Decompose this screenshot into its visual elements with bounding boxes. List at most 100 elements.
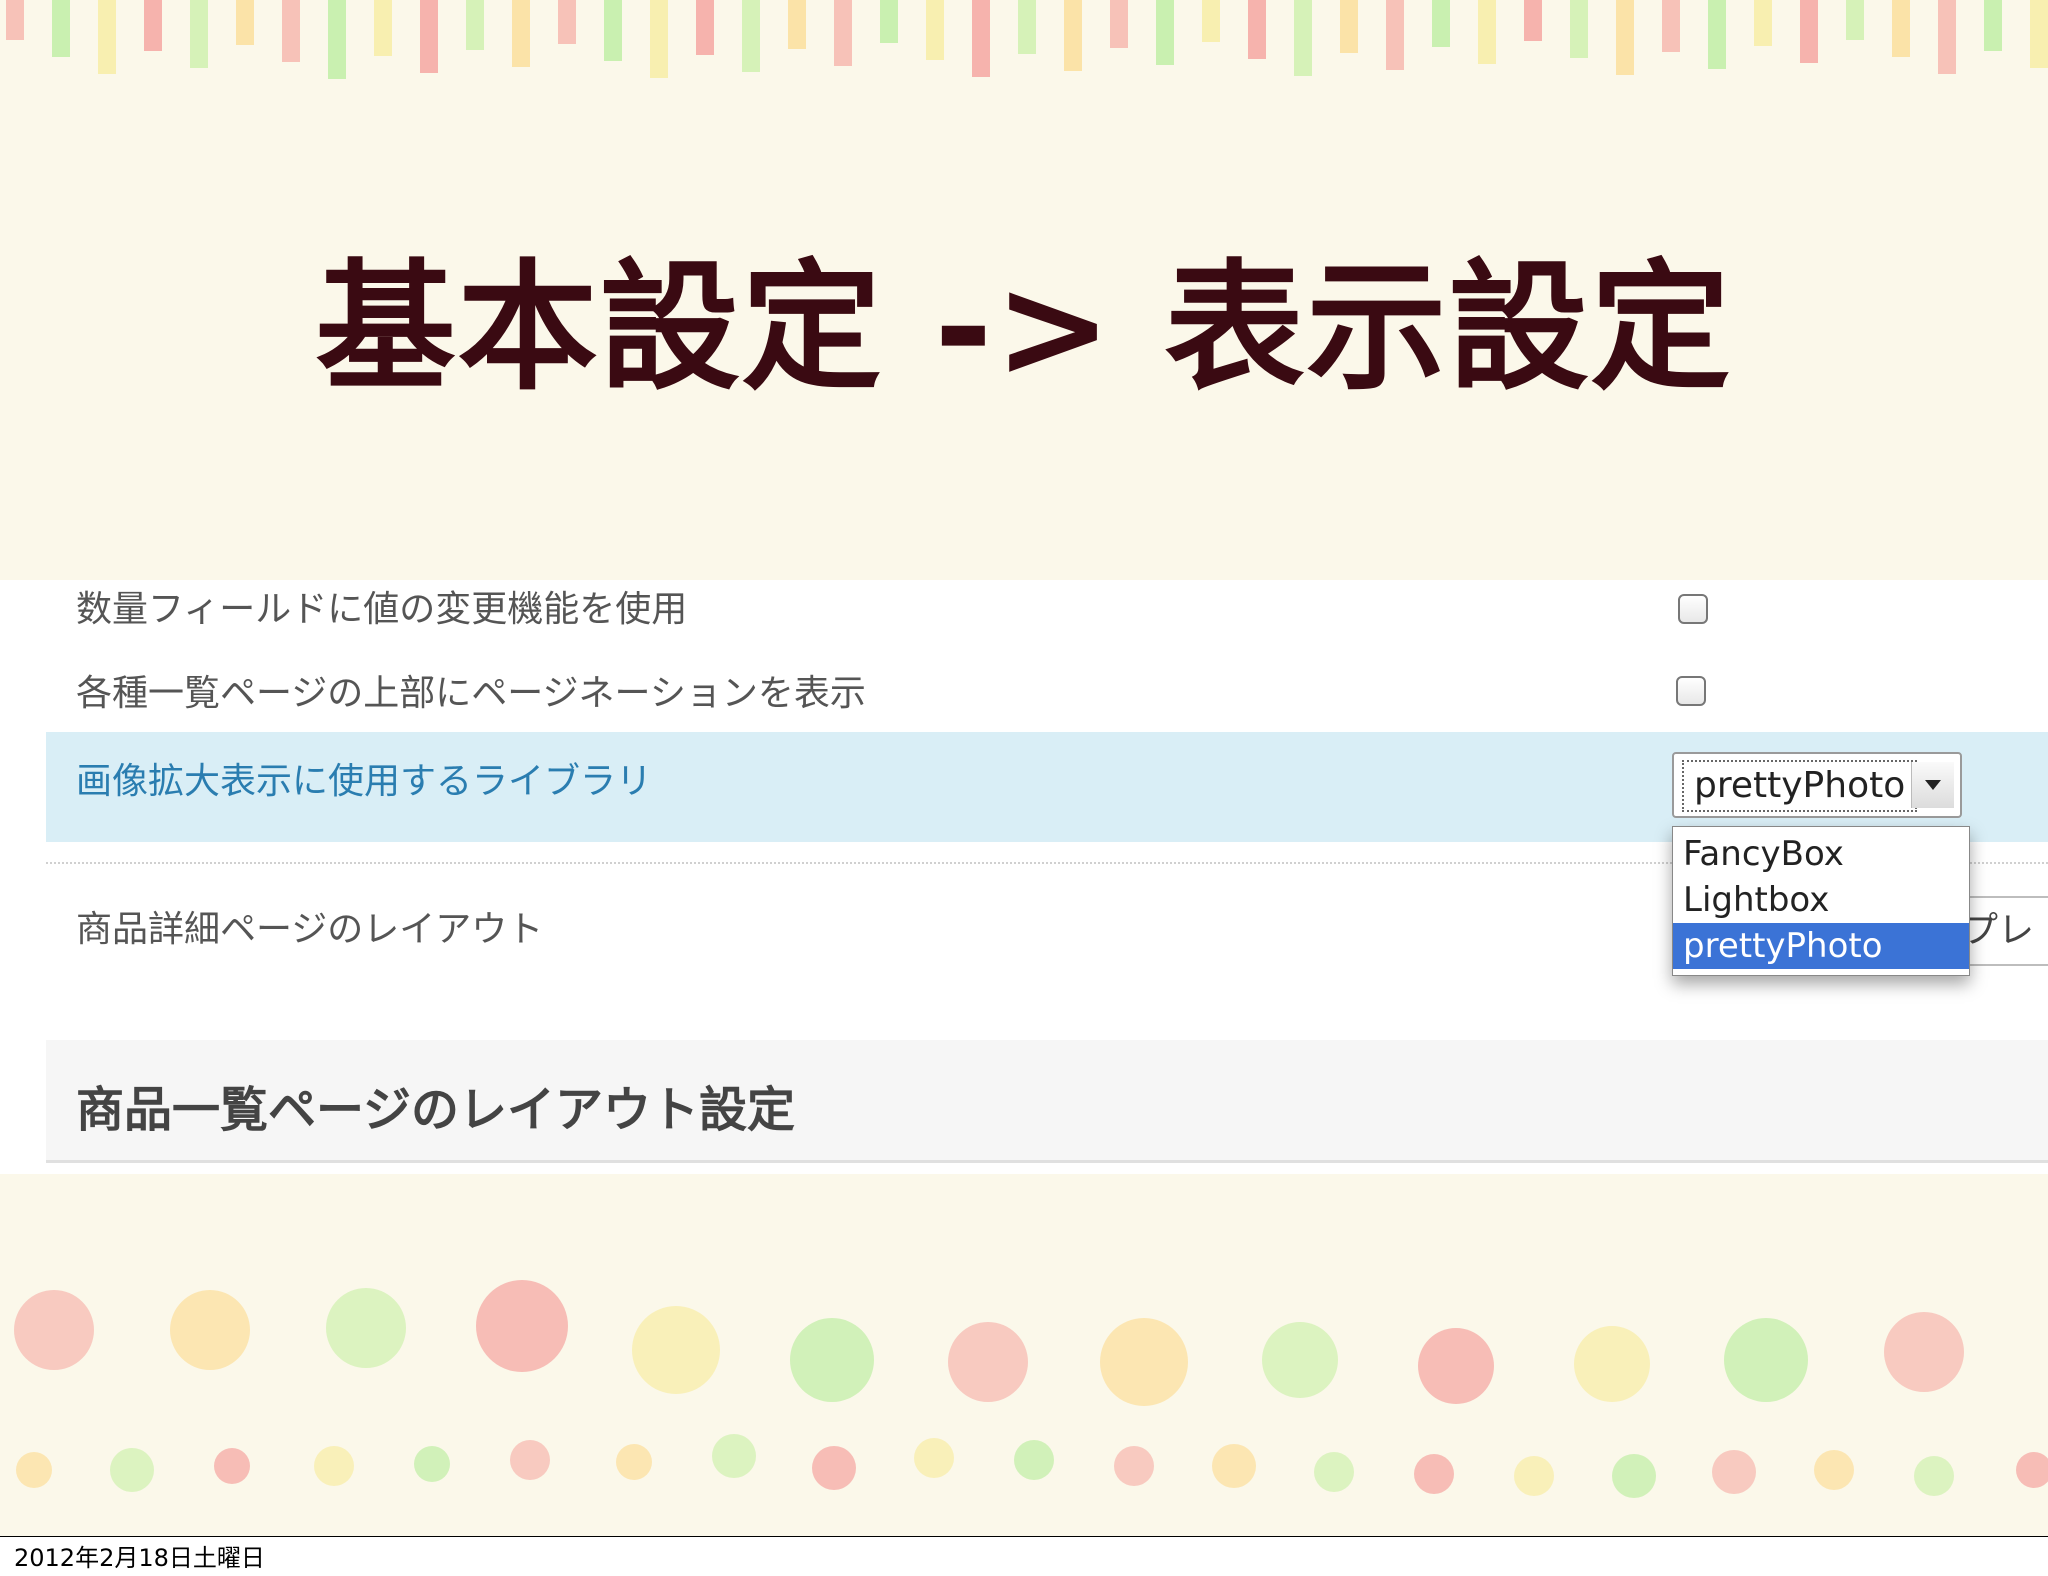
slide-title: 基本設定 -> 表示設定 <box>315 247 1733 410</box>
quantity-field-checkbox[interactable] <box>1678 594 1708 624</box>
decorative-dot <box>1712 1450 1756 1494</box>
decorative-dot <box>1414 1454 1454 1494</box>
section-header: 商品一覧ページのレイアウト設定 <box>46 1040 2048 1163</box>
layout-select-partial-value: プレ <box>1962 910 2035 951</box>
decorative-dot <box>1814 1450 1854 1490</box>
stripe <box>1064 0 1082 71</box>
stripe <box>604 0 622 61</box>
decorative-dot <box>1574 1326 1650 1402</box>
chevron-down-icon[interactable] <box>1911 762 1954 808</box>
stripe <box>1662 0 1680 52</box>
stripe <box>190 0 208 68</box>
stripe <box>880 0 898 43</box>
stripe <box>1432 0 1450 47</box>
decorative-dot <box>1884 1312 1964 1392</box>
stripe <box>1110 0 1128 48</box>
stripe <box>328 0 346 79</box>
decorative-dots <box>14 1280 2048 1498</box>
decorative-dot <box>110 1448 154 1492</box>
dropdown-option-fancybox[interactable]: FancyBox <box>1673 831 1969 877</box>
decorative-dot <box>616 1444 652 1480</box>
stripe <box>1846 0 1864 40</box>
dropdown-option-prettyphoto[interactable]: prettyPhoto <box>1673 923 1969 969</box>
decorative-dot <box>414 1446 450 1482</box>
setting-label-pagination-top: 各種一覧ページの上部にページネーションを表示 <box>76 673 866 714</box>
stripe <box>236 0 254 45</box>
image-library-select[interactable]: prettyPhoto <box>1672 752 1962 818</box>
stripe <box>466 0 484 50</box>
decorative-dot <box>476 1280 568 1372</box>
stripe <box>650 0 668 78</box>
stripe <box>144 0 162 51</box>
decorative-dot <box>214 1448 250 1484</box>
stripe <box>696 0 714 55</box>
setting-label-product-detail-layout: 商品詳細ページのレイアウト <box>76 909 544 950</box>
decorative-dot <box>1314 1452 1354 1492</box>
decorative-dot <box>812 1446 856 1490</box>
decorative-dot <box>14 1290 94 1370</box>
decorative-dot <box>1014 1440 1054 1480</box>
stripe <box>1754 0 1772 46</box>
stripe <box>420 0 438 73</box>
stripe <box>1708 0 1726 69</box>
stripe <box>1248 0 1266 59</box>
decorative-dot <box>1114 1446 1154 1486</box>
footer-date: 2012年2月18日土曜日 <box>14 1544 265 1572</box>
stripe <box>6 0 24 40</box>
slide: 基本設定 -> 表示設定 数量フィールドに値の変更機能を使用 各種一覧ページの上… <box>0 0 2048 1537</box>
decorative-dot <box>1212 1444 1256 1488</box>
stripe <box>1478 0 1496 64</box>
stripe <box>1018 0 1036 54</box>
dropdown-option-lightbox[interactable]: Lightbox <box>1673 877 1969 923</box>
stripe <box>1938 0 1956 74</box>
stripe <box>558 0 576 44</box>
decorative-dot <box>326 1288 406 1368</box>
stripe <box>1294 0 1312 76</box>
stripe <box>742 0 760 72</box>
decorative-dot <box>1262 1322 1338 1398</box>
pagination-top-checkbox[interactable] <box>1676 676 1706 706</box>
stripe <box>834 0 852 66</box>
decorative-dot <box>1914 1456 1954 1496</box>
stripe <box>52 0 70 57</box>
decorative-dot <box>948 1322 1028 1402</box>
image-library-select-value: prettyPhoto <box>1682 760 1918 812</box>
stripe <box>1524 0 1542 41</box>
stripe <box>1156 0 1174 65</box>
stripe <box>1892 0 1910 57</box>
stripe <box>98 0 116 74</box>
stripe <box>374 0 392 56</box>
stripe <box>1386 0 1404 70</box>
stripe <box>972 0 990 77</box>
stripe <box>1340 0 1358 53</box>
stripe <box>2030 0 2048 68</box>
decorative-dot <box>510 1440 550 1480</box>
stripe <box>512 0 530 67</box>
decorative-dot <box>632 1306 720 1394</box>
decorative-dot <box>914 1438 954 1478</box>
decorative-dot <box>1418 1328 1494 1404</box>
stripe <box>1616 0 1634 75</box>
decorative-dot <box>16 1452 52 1488</box>
stripe <box>1800 0 1818 63</box>
settings-screenshot: 数量フィールドに値の変更機能を使用 各種一覧ページの上部にページネーションを表示… <box>0 580 2048 1174</box>
decorative-dot <box>1100 1318 1188 1406</box>
stripe <box>788 0 806 49</box>
decorative-dot <box>2016 1452 2048 1488</box>
decorative-dot <box>314 1446 354 1486</box>
section-title-product-list-layout: 商品一覧ページのレイアウト設定 <box>76 1082 796 1138</box>
stripe <box>1202 0 1220 42</box>
setting-label-image-library: 画像拡大表示に使用するライブラリ <box>76 761 653 802</box>
setting-label-quantity-field: 数量フィールドに値の変更機能を使用 <box>76 589 688 630</box>
stripe <box>1570 0 1588 58</box>
decorative-dot <box>170 1290 250 1370</box>
decorative-dot <box>1612 1454 1656 1498</box>
decorative-dot <box>1514 1456 1554 1496</box>
image-library-dropdown: FancyBox Lightbox prettyPhoto <box>1672 826 1970 976</box>
stripe <box>282 0 300 62</box>
decorative-dot <box>790 1318 874 1402</box>
stripe <box>926 0 944 60</box>
decorative-stripes <box>6 0 2048 79</box>
decorative-dot <box>1724 1318 1808 1402</box>
stripe <box>1984 0 2002 51</box>
